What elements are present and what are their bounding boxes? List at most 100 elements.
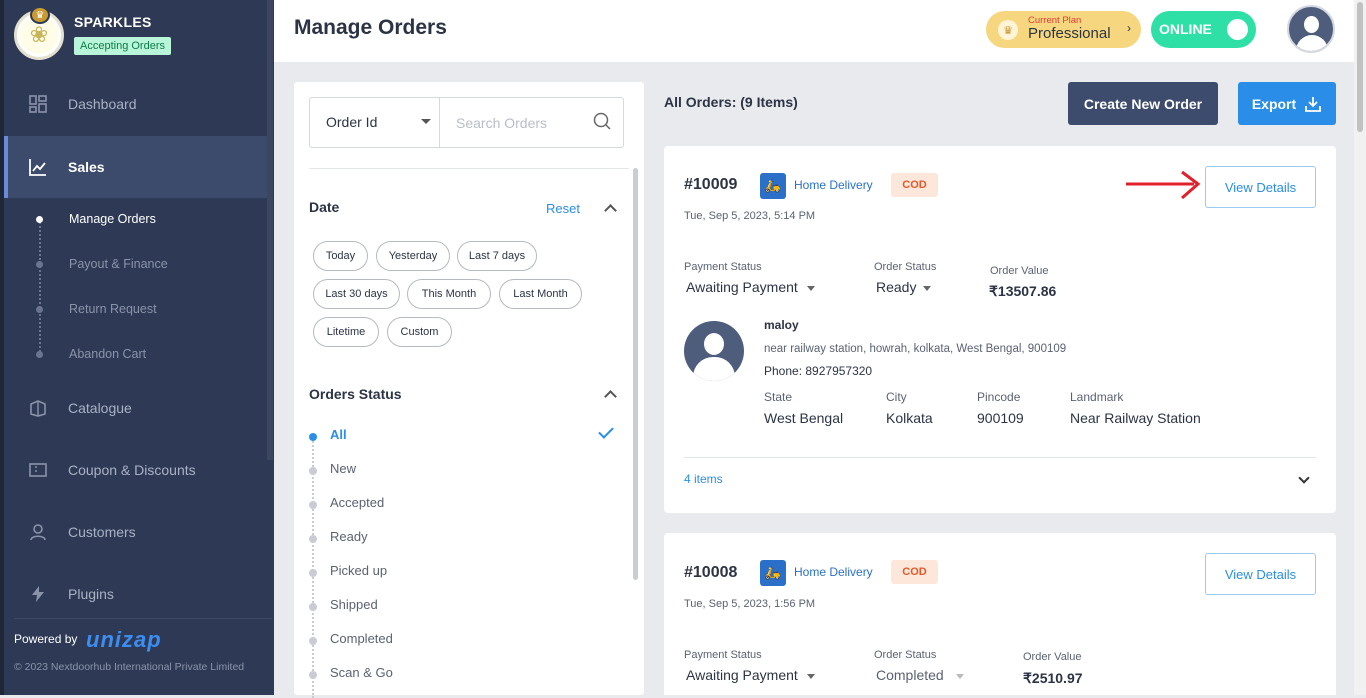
search-type-select[interactable]: Order Id xyxy=(310,98,440,147)
crown-icon: ♛ xyxy=(998,20,1018,40)
customer-address: near railway station, howrah, kolkata, W… xyxy=(764,343,1067,355)
order-id[interactable]: #10009 xyxy=(684,176,737,194)
status-dot xyxy=(309,467,317,475)
coupon-icon xyxy=(28,460,48,480)
status-scan-go[interactable]: Scan & Go xyxy=(330,665,393,680)
avatar[interactable] xyxy=(1287,5,1335,53)
sidebar-scrollbar[interactable] xyxy=(267,0,273,460)
delivery-scooter-icon: 🛵 xyxy=(760,173,786,199)
search-icon[interactable] xyxy=(593,112,611,130)
chip-last-month[interactable]: Last Month xyxy=(499,279,582,309)
status-all[interactable]: All xyxy=(330,427,347,442)
landmark-label: Landmark xyxy=(1070,390,1124,404)
chip-yesterday[interactable]: Yesterday xyxy=(376,241,450,271)
status-dot xyxy=(309,433,317,441)
avatar-body xyxy=(1296,35,1328,51)
submenu-dot xyxy=(36,216,43,223)
status-dot xyxy=(309,671,317,679)
payment-status-select[interactable]: Awaiting Payment xyxy=(686,667,798,683)
order-status-label: Order Status xyxy=(874,261,937,273)
chip-custom[interactable]: Custom xyxy=(387,317,452,347)
order-status-select[interactable]: Completed xyxy=(876,667,944,683)
toggle-knob xyxy=(1227,19,1248,40)
chevron-up-icon[interactable] xyxy=(604,390,617,403)
chevron-down-icon[interactable] xyxy=(807,674,815,679)
submenu-abandon-cart[interactable]: Abandon Cart xyxy=(69,347,146,361)
chevron-up-icon[interactable] xyxy=(604,204,617,217)
current-plan-button[interactable]: ♛ Current Plan Professional › xyxy=(986,11,1141,48)
search-input[interactable]: Search Orders xyxy=(456,115,547,131)
status-section-title: Orders Status xyxy=(309,386,402,402)
page-scrollbar-thumb[interactable] xyxy=(1357,2,1363,132)
submenu-dot xyxy=(36,261,43,268)
sidebar-item-label: Sales xyxy=(68,159,105,175)
sidebar-item-label: Customers xyxy=(68,524,136,540)
submenu-manage-orders[interactable]: Manage Orders xyxy=(69,212,156,226)
sidebar-item-catalogue[interactable]: Catalogue xyxy=(4,377,268,439)
chip-today[interactable]: Today xyxy=(313,241,368,271)
items-count[interactable]: 4 items xyxy=(684,472,723,486)
city-value: Kolkata xyxy=(886,410,933,426)
sidebar-item-sales[interactable]: Sales xyxy=(4,136,268,198)
payment-status-select[interactable]: Awaiting Payment xyxy=(686,279,798,295)
status-ready[interactable]: Ready xyxy=(330,529,368,544)
order-status-select[interactable]: Ready xyxy=(876,279,916,295)
submenu-dot xyxy=(36,351,43,358)
unizap-logo[interactable]: unizap xyxy=(86,627,162,653)
sidebar-item-plugins[interactable]: Plugins xyxy=(4,563,268,625)
submenu-return-request[interactable]: Return Request xyxy=(69,302,157,316)
search-type-value: Order Id xyxy=(326,114,378,130)
export-button[interactable]: Export xyxy=(1238,82,1336,125)
order-value-label: Order Value xyxy=(1023,651,1082,663)
check-icon xyxy=(598,423,614,439)
view-details-button[interactable]: View Details xyxy=(1205,166,1316,208)
landmark-value: Near Railway Station xyxy=(1070,410,1201,426)
chevron-down-icon xyxy=(421,119,431,124)
chevron-down-icon[interactable] xyxy=(807,286,815,291)
status-shipped[interactable]: Shipped xyxy=(330,597,378,612)
status-accepted[interactable]: Accepted xyxy=(330,495,384,510)
status-new[interactable]: New xyxy=(330,461,356,476)
view-details-button[interactable]: View Details xyxy=(1205,553,1316,595)
powered-by: Powered by unizap © 2023 Nextdoorhub Int… xyxy=(14,618,272,673)
sidebar-item-customers[interactable]: Customers xyxy=(4,501,268,563)
chip-last-7-days[interactable]: Last 7 days xyxy=(457,241,537,271)
powered-by-label: Powered by xyxy=(14,632,78,646)
status-dot xyxy=(309,569,317,577)
top-header: Manage Orders ♛ Current Plan Professiona… xyxy=(274,0,1354,62)
chip-lifetime[interactable]: Litetime xyxy=(313,317,379,347)
chip-last-30-days[interactable]: Last 30 days xyxy=(313,279,400,309)
payment-type-badge: COD xyxy=(891,173,938,197)
create-order-button[interactable]: Create New Order xyxy=(1068,82,1218,125)
customer-phone: Phone: 8927957320 xyxy=(764,364,873,378)
order-value: ₹13507.86 xyxy=(989,283,1057,299)
chevron-down-icon[interactable] xyxy=(923,286,931,291)
status-dot xyxy=(309,535,317,543)
bolt-icon xyxy=(28,584,48,604)
chip-this-month[interactable]: This Month xyxy=(407,279,491,309)
order-value-label: Order Value xyxy=(990,265,1049,277)
divider xyxy=(684,457,1316,458)
copyright: © 2023 Nextdoorhub International Private… xyxy=(14,661,245,673)
state-label: State xyxy=(764,390,793,404)
page-title: Manage Orders xyxy=(294,16,447,39)
filter-scrollbar[interactable] xyxy=(633,168,638,580)
sidebar-item-coupon[interactable]: Coupon & Discounts xyxy=(4,439,268,501)
status-picked-up[interactable]: Picked up xyxy=(330,563,387,578)
status-completed[interactable]: Completed xyxy=(330,631,393,646)
delivery-scooter-icon: 🛵 xyxy=(760,560,786,586)
sidebar: ❀ ♛ SPARKLES Accepting Orders Dashboard … xyxy=(0,0,274,695)
chevron-down-icon[interactable] xyxy=(1298,472,1310,484)
store-name: SPARKLES xyxy=(74,14,152,30)
submenu-line xyxy=(39,219,41,355)
order-id[interactable]: #10008 xyxy=(684,564,737,582)
orders-summary: All Orders: (9 Items) xyxy=(664,94,798,110)
payment-type-badge: COD xyxy=(891,560,938,584)
online-toggle[interactable]: ONLINE xyxy=(1151,11,1256,48)
sidebar-item-dashboard[interactable]: Dashboard xyxy=(4,73,268,135)
user-icon xyxy=(28,522,48,542)
order-date: Tue, Sep 5, 2023, 1:56 PM xyxy=(684,598,816,610)
submenu-dot xyxy=(36,306,43,313)
submenu-payout-finance[interactable]: Payout & Finance xyxy=(69,257,168,271)
reset-link[interactable]: Reset xyxy=(546,201,580,216)
